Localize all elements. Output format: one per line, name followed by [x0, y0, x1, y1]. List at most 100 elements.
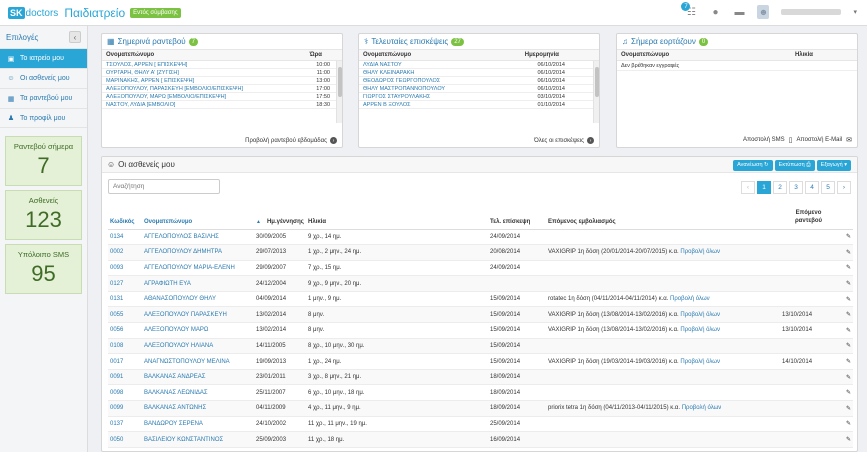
page-3[interactable]: 3: [789, 181, 803, 194]
page-prev[interactable]: ‹: [741, 181, 755, 194]
table-row[interactable]: 0055 ΑΛΕΞΟΠΟΥΛΟΥ ΠΑΡΑΣΚΕΥΗ 13/02/2014 8 μην…: [108, 306, 853, 324]
scrollbar-thumb[interactable]: [338, 67, 342, 97]
list-item[interactable]: ΛΥΔΙΑ ΝΑΣΤΟΥ 06/10/2014: [359, 61, 599, 69]
patient-name[interactable]: ΒΑΛΚΑΝΑΣ ΛΕΩΝΙΔΑΣ: [142, 384, 254, 402]
list-item[interactable]: ΟΥΡΓΑΡΗ, ΘΗΛΥ Α' [ΖΥΓΙΣΗ] 11:00: [102, 69, 342, 77]
page-2[interactable]: 2: [773, 181, 787, 194]
sidebar-item-my-appointments[interactable]: ▦ Τα ραντεβού μου: [0, 88, 87, 108]
list-item[interactable]: ΓΙΩΡΓΟΣ ΣΤΑΥΡΟΥΛΑΚΗΣ 03/10/2014: [359, 93, 599, 101]
patient-code[interactable]: 0098: [108, 384, 142, 402]
table-row[interactable]: 0134 ΑΓΓΕΛΟΠΟΥΛΟΣ ΒΑΣΙΛΗΣ 30/09/2005 9 χρ.,…: [108, 229, 853, 246]
col-code[interactable]: Κωδικός: [108, 201, 142, 230]
show-all-link[interactable]: Προβολή όλων: [680, 359, 720, 365]
col-next-vaccination[interactable]: Επόμενος εμβολιασμός: [546, 201, 780, 230]
username-placeholder[interactable]: [781, 9, 842, 15]
scrollbar[interactable]: [336, 61, 342, 123]
appt-name[interactable]: ΑΛΕΞΟΠΟΥΛΟΥ, ΜΑΡΩ [ΕΜΒΟΛΙΟ/ΕΠΙΣΚΕΨΗ]: [106, 93, 226, 100]
visit-name[interactable]: ΘΕΟΔΩΡΟΣ ΓΕΩΡΓΟΠΟΥΛΟΣ: [363, 77, 440, 84]
table-row[interactable]: 0002 ΑΓΓΕΛΟΠΟΥΛΟΥ ΔΗΜΗΤΡΑ 29/07/2013 1 χρ.,…: [108, 244, 853, 261]
patient-name[interactable]: ΒΑΣΙΛΕΙΟΥ ΚΩΝΣΤΑΝΤΙΝΟΣ: [142, 431, 254, 448]
table-row[interactable]: 0056 ΑΛΕΞΟΠΟΥΛΟΥ ΜΑΡΩ 13/02/2014 8 μην. 15/0…: [108, 322, 853, 339]
page-5[interactable]: 5: [821, 181, 835, 194]
scrollbar-thumb[interactable]: [595, 67, 599, 97]
show-all-link[interactable]: Προβολή όλων: [680, 249, 720, 255]
list-item[interactable]: ΑΡΡΕΝ Β ΞΟΥΛΟΣ 01/10/2014: [359, 101, 599, 109]
page-1[interactable]: 1: [757, 181, 771, 194]
sidebar-item-my-patients[interactable]: ☺ Οι ασθενείς μου: [0, 68, 87, 88]
list-item[interactable]: ΑΛΕΞΟΠΟΥΛΟΥ, ΜΑΡΩ [ΕΜΒΟΛΙΟ/ΕΠΙΣΚΕΨΗ] 17:5…: [102, 93, 342, 101]
list-item[interactable]: ΘΗΛΥ ΚΛΕΙΝΑΡΑΚΗ 06/10/2014: [359, 69, 599, 77]
patient-name[interactable]: ΒΑΝΔΩΡΟΥ ΣΕΡΕΝΑ: [142, 416, 254, 433]
list-item[interactable]: ΘΗΛΥ ΜΑΣΤΡΟΠΑΝΝΟΠΟΥΛΟΥ 06/10/2014: [359, 85, 599, 93]
patient-name[interactable]: ΑΛΕΞΟΠΟΥΛΟΥ ΠΑΡΑΣΚΕΥΗ: [142, 306, 254, 324]
patient-code[interactable]: 0108: [108, 338, 142, 355]
list-item[interactable]: ΘΕΟΔΩΡΟΣ ΓΕΩΡΓΟΠΟΥΛΟΣ 06/10/2014: [359, 77, 599, 85]
edit-icon[interactable]: ✎: [837, 400, 853, 417]
table-row[interactable]: 0050 ΒΑΣΙΛΕΙΟΥ ΚΩΝΣΤΑΝΤΙΝΟΣ 25/09/2003 11 χ…: [108, 431, 853, 448]
week-appointments-link[interactable]: Προβολή ραντεβού εβδομάδας ›: [245, 137, 337, 144]
edit-icon[interactable]: ✎: [837, 322, 853, 339]
col-name[interactable]: Ονοματεπώνυμο: [142, 201, 254, 230]
list-item[interactable]: ΜΑΡΙΝΑΚΗΣ, ΑΡΡΕΝ [ ΕΠΙΣΚΕΨΗ] 13:00: [102, 77, 342, 85]
sidebar-item-my-office[interactable]: ▣ Το ιατρείο μου: [0, 48, 87, 68]
show-all-link[interactable]: Προβολή όλων: [670, 296, 710, 302]
help-icon[interactable]: ●: [709, 6, 721, 18]
export-button[interactable]: Εξαγωγή ▾: [816, 160, 851, 171]
patient-code[interactable]: 0134: [108, 229, 142, 246]
col-age[interactable]: Ηλικία: [306, 201, 488, 230]
table-row[interactable]: 0099 ΒΑΛΚΑΝΑΣ ΑΝΤΩΝΗΣ 04/11/2009 4 χρ., 11 …: [108, 400, 853, 417]
patient-name[interactable]: ΑΘΑΝΑΣΟΠΟΥΛΟΥ ΘΗΛΥ: [142, 291, 254, 308]
visit-name[interactable]: ΑΡΡΕΝ Β ΞΟΥΛΟΣ: [363, 101, 411, 108]
edit-icon[interactable]: ✎: [837, 431, 853, 448]
scrollbar[interactable]: [593, 61, 599, 123]
table-row[interactable]: 0131 ΑΘΑΝΑΣΟΠΟΥΛΟΥ ΘΗΛΥ 04/09/2014 1 μην., …: [108, 291, 853, 308]
send-sms-link[interactable]: Αποστολή SMS: [743, 137, 785, 143]
table-row[interactable]: 0098 ΒΑΛΚΑΝΑΣ ΛΕΩΝΙΔΑΣ 25/11/2007 6 χρ., 10…: [108, 384, 853, 402]
patient-name[interactable]: ΒΑΛΚΑΝΑΣ ΑΝΤΩΝΗΣ: [142, 400, 254, 417]
page-4[interactable]: 4: [805, 181, 819, 194]
show-all-link[interactable]: Προβολή όλων: [682, 405, 722, 411]
edit-icon[interactable]: ✎: [837, 229, 853, 246]
list-item[interactable]: ΤΣΟΥΛΟΣ, ΑΡΡΕΝ [ ΕΠΙΣΚΕΨΗ] 10:00: [102, 61, 342, 69]
sidebar-item-my-profile[interactable]: ♟ Το προφίλ μου: [0, 108, 87, 128]
patient-code[interactable]: 0127: [108, 275, 142, 292]
patient-code[interactable]: 0056: [108, 322, 142, 339]
messages-icon[interactable]: ▬: [733, 6, 745, 18]
appt-name[interactable]: ΜΑΡΙΝΑΚΗΣ, ΑΡΡΕΝ [ ΕΠΙΣΚΕΨΗ]: [106, 77, 194, 84]
patient-code[interactable]: 0099: [108, 400, 142, 417]
visit-name[interactable]: ΘΗΛΥ ΚΛΕΙΝΑΡΑΚΗ: [363, 69, 414, 76]
table-row[interactable]: 0016ΒΕΡΓΗΣ ΑΡΡΕΝ23/09/20131 χρ., 21 ημ.2…: [108, 447, 853, 451]
show-all-link[interactable]: Προβολή όλων: [680, 312, 720, 318]
patient-name[interactable]: ΒΕΡΓΗΣ ΑΡΡΕΝ: [142, 447, 254, 451]
app-logo[interactable]: SK doctors Παιδιατρείο Εντός σύμβασης: [8, 6, 181, 20]
patient-name[interactable]: ΑΓΡΑΦΙΩΤΗ ΕΥΑ: [142, 275, 254, 292]
edit-icon[interactable]: ✎: [837, 353, 853, 370]
appt-name[interactable]: ΑΛΕΞΟΠΟΥΛΟΥ, ΠΑΡΑΣΚΕΥΗ [ΕΜΒΟΛΙΟ/ΕΠΙΣΚΕΨΗ…: [106, 85, 243, 92]
table-row[interactable]: 0093 ΑΓΓΕΛΟΠΟΥΛΟΥ ΜΑΡΙΑ-ΕΛΕΝΗ 29/09/2007 7 …: [108, 260, 853, 277]
patient-name[interactable]: ΑΓΓΕΛΟΠΟΥΛΟΥ ΔΗΜΗΤΡΑ: [142, 244, 254, 261]
table-row[interactable]: 0091 ΒΑΛΚΑΝΑΣ ΑΝΔΡΕΑΣ 23/01/2011 3 χρ., 8 μ…: [108, 369, 853, 386]
appt-name[interactable]: ΝΑΣΤΟΥ, ΛΥΔΙΑ [ΕΜΒΟΛΙΟ]: [106, 101, 175, 108]
avatar[interactable]: ☻: [757, 5, 770, 19]
edit-icon[interactable]: ✎: [837, 338, 853, 355]
notifications-icon[interactable]: ☷ 7: [681, 2, 697, 18]
edit-icon[interactable]: ✎: [837, 369, 853, 386]
visit-name[interactable]: ΓΙΩΡΓΟΣ ΣΤΑΥΡΟΥΛΑΚΗΣ: [363, 93, 430, 100]
chevron-down-icon[interactable]: ▾: [853, 8, 857, 16]
patient-name[interactable]: ΑΛΕΞΟΠΟΥΛΟΥ ΜΑΡΩ: [142, 322, 254, 339]
edit-icon[interactable]: ✎: [837, 260, 853, 277]
patient-name[interactable]: ΑΓΓΕΛΟΠΟΥΛΟΣ ΒΑΣΙΛΗΣ: [142, 229, 254, 246]
col-next-appointment[interactable]: Επόμενο ραντεβού: [780, 201, 837, 230]
table-row[interactable]: 0017 ΑΝΑΓΝΩΣΤΟΠΟΥΛΟΥ ΜΕΛΙΝΑ 19/09/2013 1 χρ…: [108, 353, 853, 370]
collapse-sidebar-button[interactable]: ‹: [69, 31, 81, 43]
patient-code[interactable]: 0016: [108, 447, 142, 451]
print-button[interactable]: Εκτύπωση ⎙: [774, 160, 815, 171]
patient-code[interactable]: 0050: [108, 431, 142, 448]
refresh-button[interactable]: Ανανέωση ↻: [733, 160, 773, 171]
edit-icon[interactable]: ✎: [837, 306, 853, 324]
visit-name[interactable]: ΛΥΔΙΑ ΝΑΣΤΟΥ: [363, 61, 402, 68]
patient-name[interactable]: ΑΓΓΕΛΟΠΟΥΛΟΥ ΜΑΡΙΑ-ΕΛΕΝΗ: [142, 260, 254, 277]
patient-code[interactable]: 0093: [108, 260, 142, 277]
appt-name[interactable]: ΤΣΟΥΛΟΣ, ΑΡΡΕΝ [ ΕΠΙΣΚΕΨΗ]: [106, 61, 187, 68]
patient-code[interactable]: 0002: [108, 244, 142, 261]
